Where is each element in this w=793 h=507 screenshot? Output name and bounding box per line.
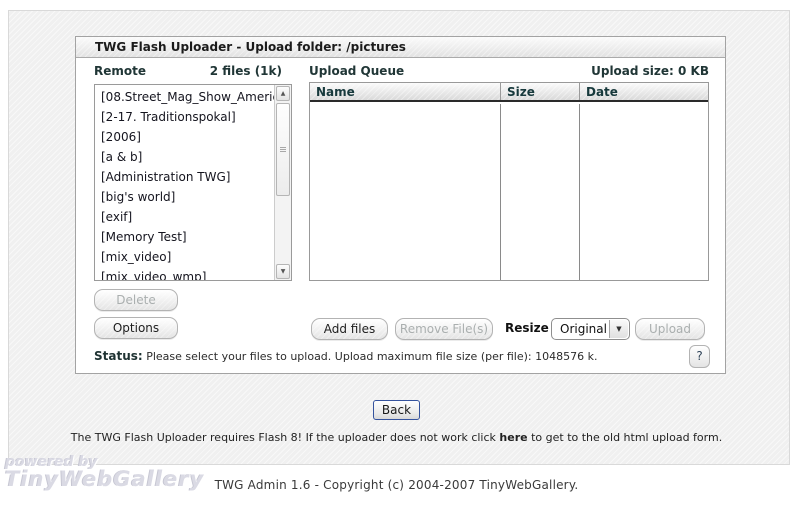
remote-folder-listbox[interactable]: [08.Street_Mag_Show_American[2-17. Tradi… — [94, 84, 292, 281]
folder-list-item[interactable]: [a & b] — [95, 147, 274, 167]
queue-column-header[interactable]: Size — [500, 83, 579, 100]
uploader-panel: TWG Flash Uploader - Upload folder: /pic… — [75, 36, 726, 374]
notice-text-before: The TWG Flash Uploader requires Flash 8!… — [71, 431, 500, 444]
listbox-scrollbar[interactable]: ▲ ▼ — [274, 85, 291, 280]
options-button[interactable]: Options — [94, 317, 178, 339]
resize-selected-value: Original — [560, 319, 607, 339]
remove-files-button[interactable]: Remove File(s) — [395, 318, 493, 340]
folder-list-item[interactable]: [Administration TWG] — [95, 167, 274, 187]
chevron-down-icon[interactable]: ▼ — [609, 320, 628, 338]
queue-column-header[interactable]: Name — [310, 83, 500, 100]
notice-text-after: to get to the old html upload form. — [528, 431, 723, 444]
column-divider — [500, 104, 501, 280]
column-divider — [579, 104, 580, 280]
resize-dropdown[interactable]: Original ▼ — [551, 318, 630, 340]
folder-list-item[interactable]: [mix_video_wmp] — [95, 267, 274, 280]
resize-label: Resize — [505, 321, 549, 335]
queue-column-header[interactable]: Date — [579, 83, 708, 100]
panel-titlebar: TWG Flash Uploader - Upload folder: /pic… — [76, 37, 725, 58]
folder-list-item[interactable]: [08.Street_Mag_Show_American — [95, 87, 274, 107]
scroll-down-icon[interactable]: ▼ — [276, 264, 290, 279]
status-row: Status: Please select your files to uplo… — [94, 349, 597, 363]
status-label: Status: — [94, 349, 143, 363]
scroll-up-icon[interactable]: ▲ — [276, 86, 290, 101]
panel-title: TWG Flash Uploader - Upload folder: /pic… — [95, 40, 406, 54]
flash-notice: The TWG Flash Uploader requires Flash 8!… — [0, 431, 793, 444]
folder-list-item[interactable]: [mix_video] — [95, 247, 274, 267]
folder-list-item[interactable]: [2006] — [95, 127, 274, 147]
help-button[interactable]: ? — [689, 345, 710, 368]
folder-list-item[interactable]: [Memory Test] — [95, 227, 274, 247]
status-text: Please select your files to upload. Uplo… — [146, 350, 597, 363]
scrollbar-thumb[interactable] — [276, 103, 290, 196]
remote-folder-list: [08.Street_Mag_Show_American[2-17. Tradi… — [95, 87, 274, 280]
notice-here-link[interactable]: here — [499, 431, 527, 444]
add-files-button[interactable]: Add files — [311, 318, 388, 340]
delete-button[interactable]: Delete — [94, 289, 178, 311]
upload-queue-table: NameSizeDate — [309, 82, 709, 281]
upload-size-label: Upload size: 0 KB — [309, 64, 709, 78]
back-button[interactable]: Back — [373, 400, 420, 420]
folder-list-item[interactable]: [big's world] — [95, 187, 274, 207]
folder-list-item[interactable]: [2-17. Traditionspokal] — [95, 107, 274, 127]
copyright-text: TWG Admin 1.6 - Copyright (c) 2004-2007 … — [0, 478, 793, 492]
scrollbar-grip-icon — [280, 147, 286, 153]
folder-list-item[interactable]: [exif] — [95, 207, 274, 227]
remote-file-count: 2 files (1k) — [94, 64, 282, 78]
queue-header-row: NameSizeDate — [310, 83, 708, 102]
upload-button[interactable]: Upload — [635, 318, 705, 340]
